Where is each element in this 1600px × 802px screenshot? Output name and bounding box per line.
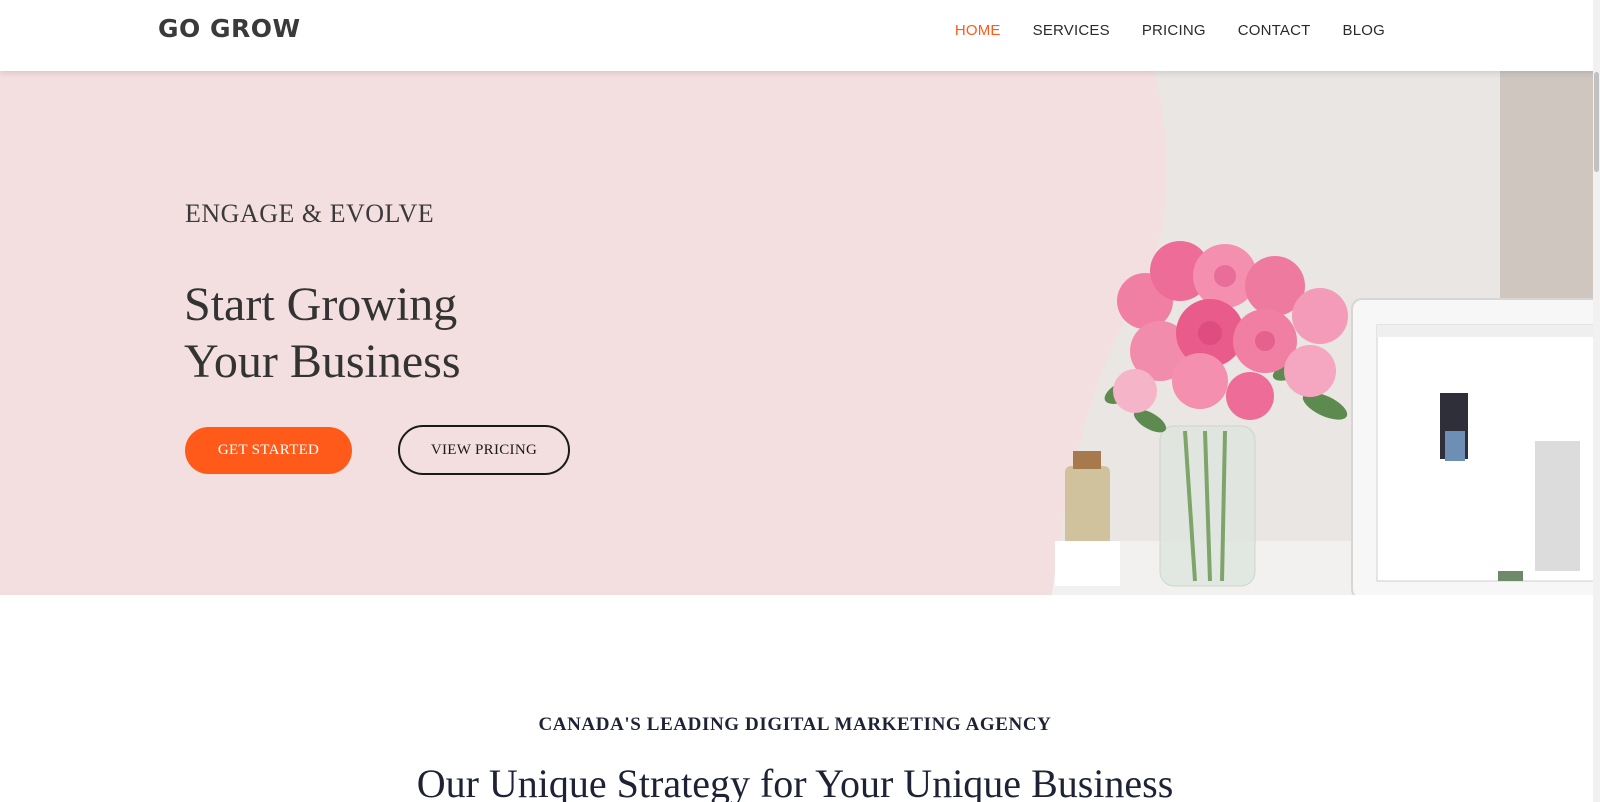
nav-item-contact[interactable]: CONTACT <box>1238 22 1311 39</box>
nav-item-pricing[interactable]: PRICING <box>1142 22 1206 39</box>
hero-section: ENGAGE & EVOLVE Start Growing Your Busin… <box>0 71 1600 595</box>
scrollbar-thumb[interactable] <box>1594 72 1599 172</box>
page: GO GROW HOME SERVICES PRICING CONTACT BL… <box>0 0 1600 802</box>
hero-curve <box>0 71 1167 595</box>
get-started-button[interactable]: GET STARTED <box>185 427 352 474</box>
nav-item-services[interactable]: SERVICES <box>1033 22 1110 39</box>
site-header: GO GROW HOME SERVICES PRICING CONTACT BL… <box>0 0 1600 71</box>
laptop-icon <box>1351 298 1600 595</box>
hero-eyebrow: ENGAGE & EVOLVE <box>185 199 435 228</box>
page-scrollbar[interactable] <box>1593 0 1600 802</box>
hero-title-line-1: Start Growing <box>184 278 458 331</box>
main-nav: HOME SERVICES PRICING CONTACT BLOG <box>955 22 1385 39</box>
nav-item-home[interactable]: HOME <box>955 22 1001 39</box>
nav-item-blog[interactable]: BLOG <box>1343 22 1385 39</box>
intro-title: Our Unique Strategy for Your Unique Busi… <box>416 761 1174 802</box>
logo[interactable]: GO GROW <box>158 14 301 43</box>
hero-title-line-2: Your Business <box>184 335 461 388</box>
hero-title: Start Growing Your Business <box>184 276 461 390</box>
view-pricing-button[interactable]: VIEW PRICING <box>398 425 570 475</box>
vase-icon <box>1159 425 1256 587</box>
intro-eyebrow: CANADA'S LEADING DIGITAL MARKETING AGENC… <box>538 714 1052 735</box>
